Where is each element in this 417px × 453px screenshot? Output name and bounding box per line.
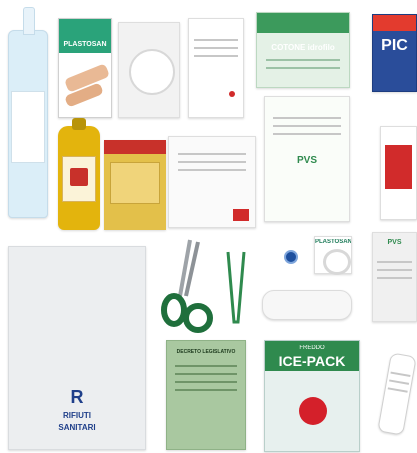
ice-pack-red-circle — [299, 397, 327, 425]
plastosan-plasters-box: PLASTOSAN — [58, 18, 112, 118]
pvs-logo-text: PVS — [296, 155, 317, 166]
waste-bag-letter: R — [70, 387, 84, 407]
cotone-title: COTONE idrofilo — [271, 43, 335, 52]
ice-pack: FREDDO ICE-PACK — [264, 340, 360, 452]
tape-roll — [323, 249, 351, 275]
cotone-header — [257, 13, 349, 33]
disinfectant-bottle — [58, 118, 100, 230]
waste-bag: R RIFIUTI SANITARI — [8, 246, 146, 450]
disinfectant-bottle-cap — [72, 118, 86, 130]
gauze-pvs-pack: PVS — [372, 232, 417, 322]
cold-pack-window — [110, 162, 160, 204]
saline-bottle-label — [11, 91, 45, 163]
red-dot — [229, 91, 235, 97]
disinfectant-red-mark — [70, 168, 88, 186]
ice-pack-small: FREDDO — [299, 345, 325, 351]
sterile-dressing-pack — [168, 136, 256, 228]
large-gauze-pack: PVS — [264, 96, 350, 222]
single-dose-saline — [377, 352, 417, 436]
cotone-idrofilo-pack: COTONE idrofilo — [256, 12, 350, 88]
plastosan-tape: PLASTOSAN — [314, 236, 352, 275]
red-strip — [233, 209, 249, 221]
tweezers-icon — [226, 251, 246, 324]
pic-box-stripe — [373, 15, 416, 31]
plastosan-brand: PLASTOSAN — [63, 41, 107, 48]
tourniquet-red-block — [385, 145, 412, 189]
pic-brand: PIC — [381, 37, 408, 54]
waste-bag-line1: RIFIUTI — [63, 411, 91, 420]
bandage-roll-pack — [118, 22, 180, 118]
tourniquet-pack — [380, 126, 417, 220]
decreto-title: DECRETO LEGISLATIVO — [176, 349, 236, 355]
pic-product-box: PIC — [372, 14, 417, 92]
instant-cold-sponge-pack — [104, 140, 166, 230]
cold-pack-header — [104, 140, 166, 154]
ice-pack-title: ICE-PACK — [278, 353, 346, 369]
saline-bottle-cap — [23, 7, 35, 35]
sterile-gauze-pack — [188, 18, 244, 118]
waste-bag-line2: SANITARI — [58, 423, 96, 432]
saline-bottle — [8, 7, 48, 218]
decreto-legislativo-sheet: DECRETO LEGISLATIVO — [166, 340, 246, 450]
scissors-icon — [161, 239, 213, 333]
tape-brand: PLASTOSAN — [315, 239, 351, 245]
gauze-pvs-brand: PVS — [387, 239, 402, 246]
adhesive-disc — [284, 250, 298, 264]
bandage-roll-wrapped — [262, 290, 352, 320]
bandage-roll — [129, 49, 175, 95]
